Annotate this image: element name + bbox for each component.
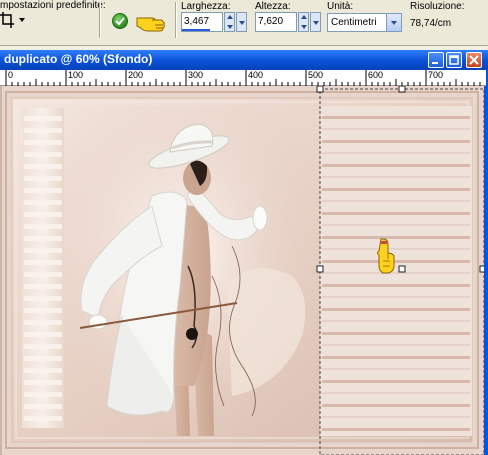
right-panel-streak <box>322 284 470 287</box>
left-strip-band <box>24 392 62 397</box>
left-strip-band <box>24 140 62 145</box>
image-canvas[interactable] <box>0 86 484 455</box>
horizontal-ruler: 0 100 200 300 400 500 600 700 <box>0 70 486 86</box>
height-value: 7,620 <box>258 16 284 27</box>
resolution-label: Risoluzione: <box>410 1 465 12</box>
left-strip-band <box>24 152 62 157</box>
width-dropdown[interactable] <box>236 12 247 32</box>
left-strip-band <box>24 248 62 253</box>
right-panel-streak <box>322 128 470 130</box>
artwork <box>2 86 484 455</box>
right-panel-streak <box>322 236 470 239</box>
width-slider-bar[interactable] <box>182 29 210 31</box>
ruler-tick-label: 0 <box>8 70 14 80</box>
right-panel-streak <box>322 392 470 394</box>
left-strip-band <box>24 308 62 313</box>
minimize-button[interactable] <box>428 52 444 68</box>
resolution-value: 78,74/cm <box>410 18 452 29</box>
right-panel-streak <box>322 140 470 143</box>
right-panel-streak <box>322 188 470 191</box>
right-panel-streak <box>322 176 470 178</box>
right-panel-streak <box>322 416 470 418</box>
close-icon <box>469 55 479 65</box>
right-panel-streak <box>322 212 470 215</box>
left-strip-band <box>24 356 62 361</box>
right-panel-streak <box>322 356 470 359</box>
right-panel-streak <box>322 320 470 322</box>
right-panel-streak <box>322 404 470 407</box>
left-strip-band <box>24 188 62 193</box>
height-label: Altezza: <box>255 1 291 12</box>
right-panel-streak <box>322 224 470 226</box>
left-strip-band <box>24 368 62 373</box>
window-titlebar[interactable]: duplicato @ 60% (Sfondo) <box>0 50 488 70</box>
right-panel-streak <box>322 152 470 154</box>
left-strip-band <box>24 260 62 265</box>
right-panel-streak <box>322 248 470 250</box>
right-panel-streak <box>322 428 470 431</box>
apply-check-button[interactable] <box>112 13 128 29</box>
right-panel-streak <box>322 260 470 263</box>
crop-icon[interactable] <box>0 12 14 28</box>
right-panel-streak <box>322 116 470 119</box>
check-icon <box>115 17 125 26</box>
presets-dropdown-arrow[interactable] <box>19 18 25 22</box>
right-panel-streak <box>322 296 470 298</box>
right-panel-streak <box>322 164 470 167</box>
unit-label: Unità: <box>327 1 354 12</box>
left-strip-band <box>24 272 62 277</box>
ruler-tick-label: 100 <box>68 70 84 80</box>
left-strip-band <box>24 404 62 409</box>
left-strip-band <box>24 236 62 241</box>
left-strip-band <box>24 416 62 421</box>
right-panel-streak <box>322 344 470 346</box>
tool-options-bar: mpostazioni predefinite: Larghezza: 3,46… <box>0 0 488 46</box>
document-window: duplicato @ 60% (Sfondo) 0 100 200 300 4… <box>0 50 488 455</box>
height-field[interactable]: 7,620 <box>255 12 297 32</box>
left-strip-band <box>24 344 62 349</box>
width-stepper[interactable] <box>224 12 235 32</box>
right-panel-streak <box>322 332 470 335</box>
left-strip-band <box>24 176 62 181</box>
right-panel-streak <box>322 272 470 274</box>
left-strip-band <box>24 284 62 289</box>
window-title: duplicato @ 60% (Sfondo) <box>4 52 153 66</box>
ruler-tick-label: 500 <box>308 70 324 80</box>
separator <box>99 2 101 38</box>
right-panel-streak <box>322 368 470 370</box>
right-panel-streak <box>322 380 470 383</box>
left-strip-band <box>24 128 62 133</box>
unit-value: Centimetri <box>331 17 377 28</box>
maximize-icon <box>449 55 459 65</box>
ruler-tick-label: 300 <box>188 70 204 80</box>
ruler-tick-label: 400 <box>248 70 264 80</box>
height-dropdown[interactable] <box>310 12 321 32</box>
right-panel-streak <box>322 308 470 311</box>
separator <box>175 2 177 38</box>
maximize-button[interactable] <box>446 52 462 68</box>
width-value: 3,467 <box>184 16 210 27</box>
height-stepper[interactable] <box>298 12 309 32</box>
left-strip-band <box>24 200 62 205</box>
left-strip-band <box>24 296 62 301</box>
ruler-tick-label: 200 <box>128 70 144 80</box>
hand-pointer-icon <box>136 10 166 35</box>
left-strip-band <box>24 212 62 217</box>
left-strip-band <box>24 224 62 229</box>
ruler-tick-label: 600 <box>368 70 384 80</box>
left-strip-band <box>24 320 62 325</box>
chevron-down-icon[interactable] <box>386 14 401 31</box>
unit-select[interactable]: Centimetri <box>327 13 402 32</box>
left-strip-band <box>24 380 62 385</box>
left-strip-band <box>24 164 62 169</box>
minimize-icon <box>432 62 438 64</box>
width-field[interactable]: 3,467 <box>181 12 223 32</box>
ruler-tick-label: 700 <box>428 70 444 80</box>
left-strip-band <box>24 332 62 337</box>
presets-label: mpostazioni predefinite: <box>0 0 106 11</box>
width-label: Larghezza: <box>181 1 231 12</box>
right-panel-streak <box>322 200 470 202</box>
left-strip-band <box>24 116 62 121</box>
close-button[interactable] <box>466 52 482 68</box>
